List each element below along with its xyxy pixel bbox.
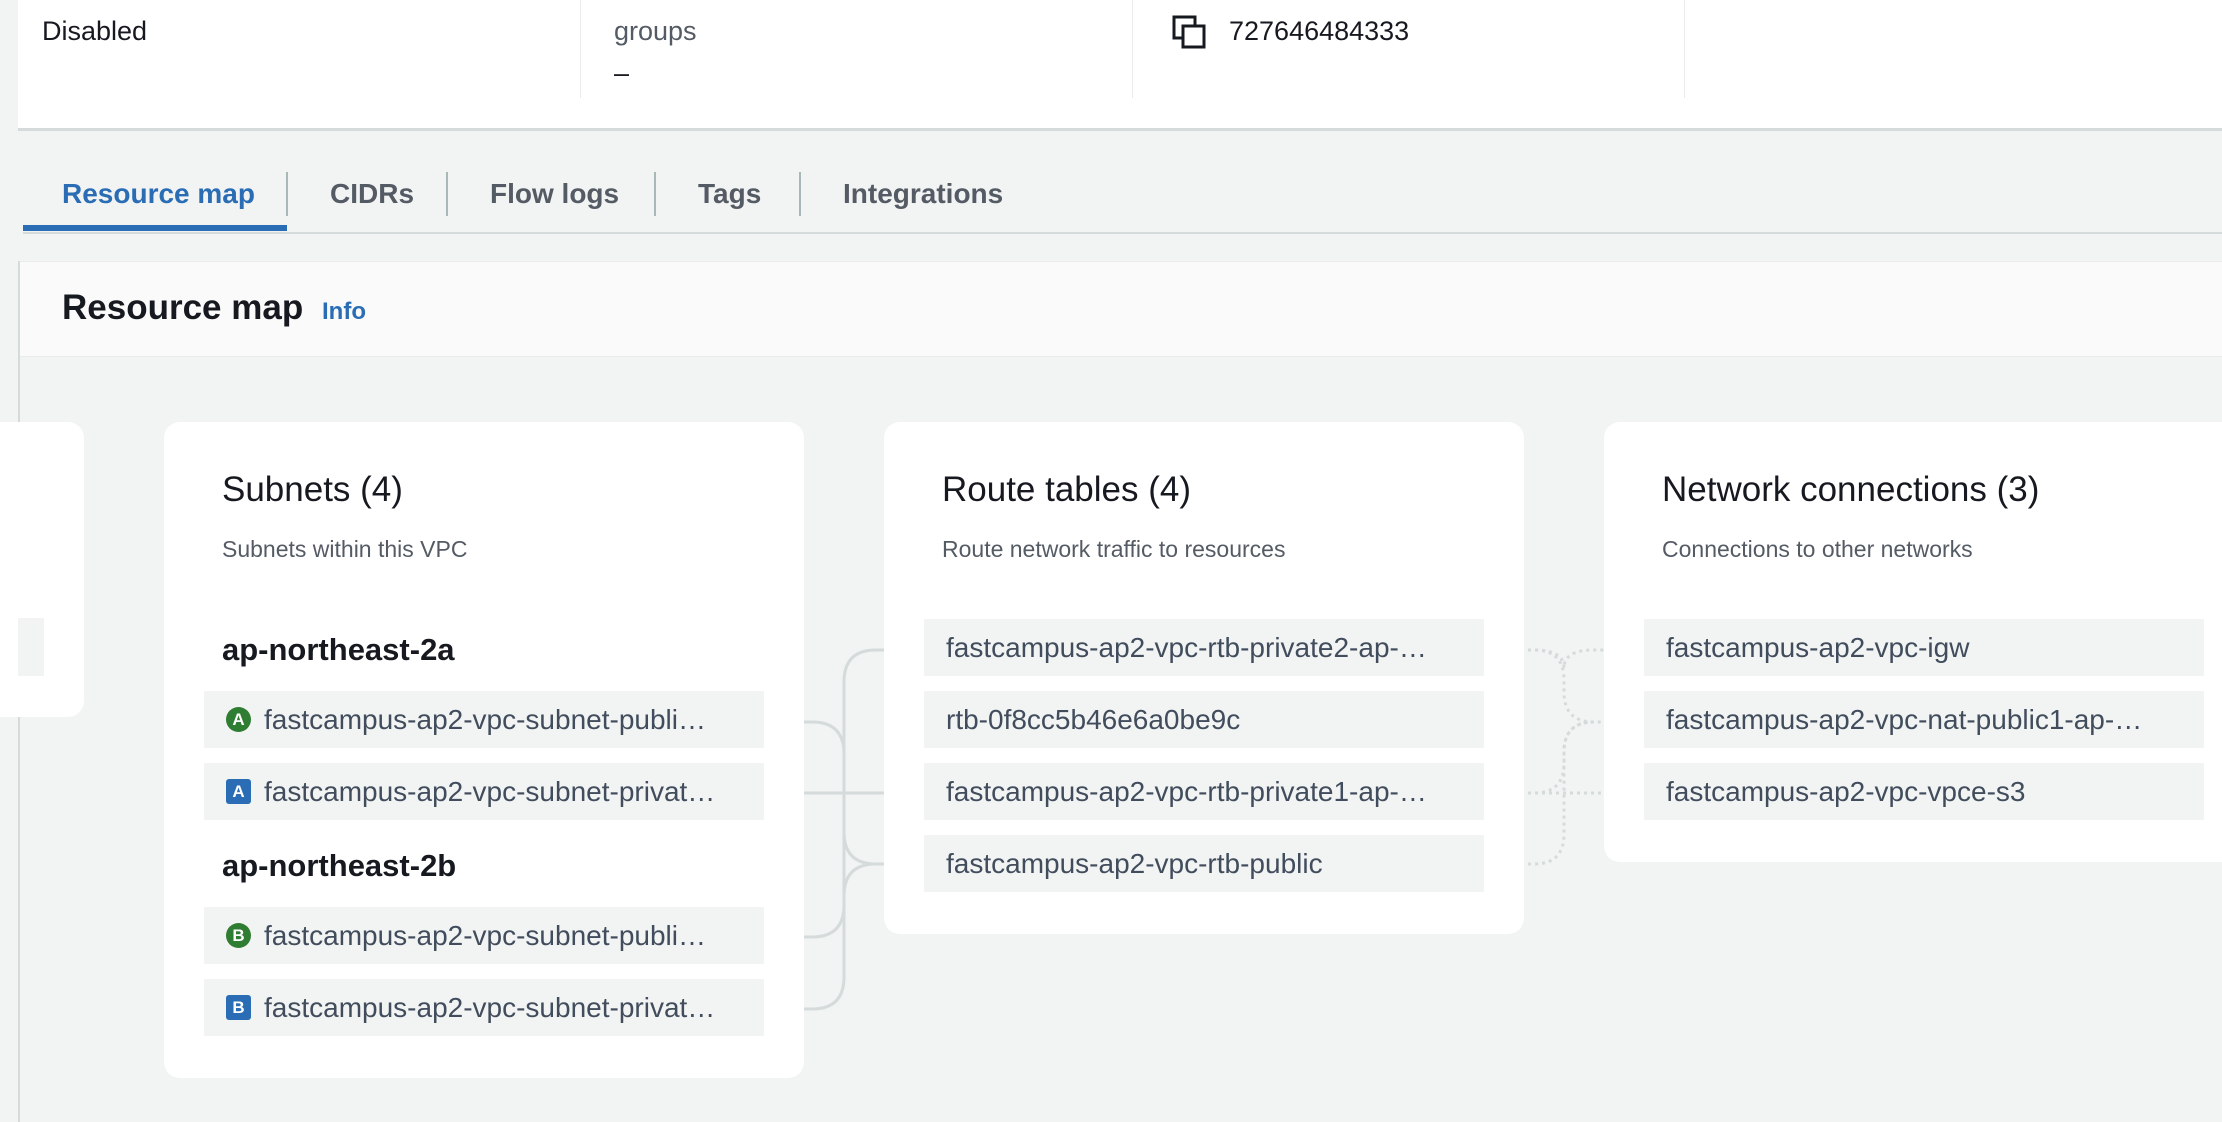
route-tables-description: Route network traffic to resources [942,536,1286,562]
subnet-label: fastcampus-ap2-vpc-subnet-publi… [264,920,706,951]
info-link[interactable]: Info [322,298,366,326]
resource-map-header: Resource map Info [20,261,2222,357]
tab-cidrs[interactable]: CIDRs [330,178,414,210]
column-divider [1684,0,1685,98]
network-connection-label: fastcampus-ap2-vpc-nat-public1-ap-… [1666,704,2143,735]
route-tables-title: Route tables (4) [942,470,1192,509]
account-id: 727646484333 [1229,16,1410,46]
subnet-label: fastcampus-ap2-vpc-subnet-privat… [264,776,716,807]
tab-separator [654,172,656,216]
network-connection-label: fastcampus-ap2-vpc-vpce-s3 [1666,776,2026,807]
network-connections-card: Network connections (3) Connections to o… [1604,422,2222,862]
copy-icon[interactable] [1171,14,1207,50]
subnet-label: fastcampus-ap2-vpc-subnet-publi… [264,704,706,735]
subnet-item[interactable]: A fastcampus-ap2-vpc-subnet-publi… [204,691,764,748]
route-table-item[interactable]: fastcampus-ap2-vpc-rtb-public [924,835,1484,892]
vpc-card-partial [0,422,84,717]
network-connection-item[interactable]: fastcampus-ap2-vpc-vpce-s3 [1644,763,2204,820]
subnet-item[interactable]: A fastcampus-ap2-vpc-subnet-privat… [204,763,764,820]
route-table-item[interactable]: fastcampus-ap2-vpc-rtb-private2-ap-… [924,619,1484,676]
private-subnet-badge-icon: B [226,995,251,1020]
subnets-description: Subnets within this VPC [222,536,468,562]
subnets-title: Subnets (4) [222,470,403,509]
subnet-item[interactable]: B fastcampus-ap2-vpc-subnet-publi… [204,907,764,964]
network-connection-item[interactable]: fastcampus-ap2-vpc-nat-public1-ap-… [1644,691,2204,748]
network-connection-item[interactable]: fastcampus-ap2-vpc-igw [1644,619,2204,676]
status-value: Disabled [42,16,148,46]
subnet-item[interactable]: B fastcampus-ap2-vpc-subnet-privat… [204,979,764,1036]
az-heading-2b: ap-northeast-2b [222,848,457,883]
tabs-divider [23,232,2222,234]
network-connections-description: Connections to other networks [1662,536,1973,562]
public-subnet-badge-icon: B [226,923,251,948]
route-table-label: rtb-0f8cc5b46e6a0be9c [946,704,1241,735]
network-connection-label: fastcampus-ap2-vpc-igw [1666,632,1970,663]
tab-flow-logs[interactable]: Flow logs [490,178,619,210]
tab-tags[interactable]: Tags [698,178,761,210]
route-table-label: fastcampus-ap2-vpc-rtb-public [946,848,1323,879]
route-tables-card: Route tables (4) Route network traffic t… [884,422,1524,934]
network-connections-title: Network connections (3) [1662,470,2040,509]
column-divider [1132,0,1133,98]
vpc-item-partial[interactable] [18,618,44,676]
public-subnet-badge-icon: A [226,707,251,732]
resource-map-title: Resource map [62,288,304,327]
groups-value: – [614,58,630,88]
route-table-label: fastcampus-ap2-vpc-rtb-private2-ap-… [946,632,1427,663]
route-table-label: fastcampus-ap2-vpc-rtb-private1-ap-… [946,776,1427,807]
tab-separator [286,172,288,216]
route-table-item[interactable]: rtb-0f8cc5b46e6a0be9c [924,691,1484,748]
groups-label: groups [614,16,697,46]
subnet-label: fastcampus-ap2-vpc-subnet-privat… [264,992,716,1023]
vpc-details-panel [18,0,2222,131]
private-subnet-badge-icon: A [226,779,251,804]
subnets-card: Subnets (4) Subnets within this VPC ap-n… [164,422,804,1078]
column-divider [580,0,581,98]
tab-separator [799,172,801,216]
active-tab-indicator [23,225,287,231]
route-table-item[interactable]: fastcampus-ap2-vpc-rtb-private1-ap-… [924,763,1484,820]
az-heading-2a: ap-northeast-2a [222,632,455,667]
tab-resource-map[interactable]: Resource map [62,178,255,210]
tab-integrations[interactable]: Integrations [843,178,1003,210]
tab-separator [446,172,448,216]
